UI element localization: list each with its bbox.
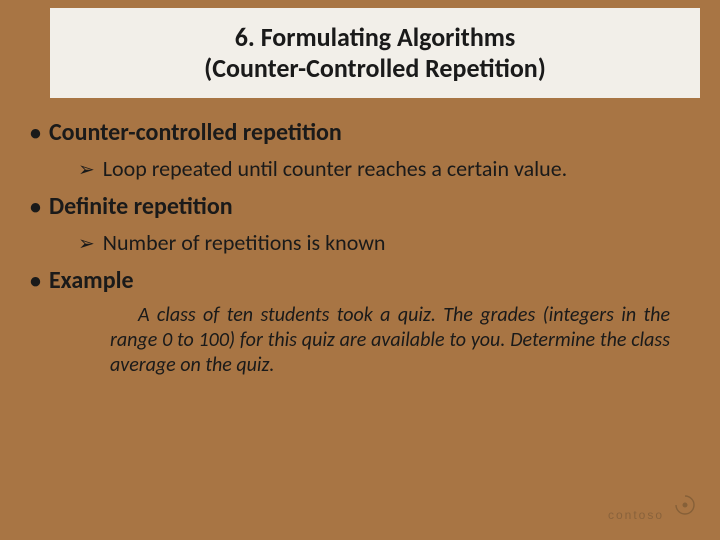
slide-title-line2: (Counter-Controlled Repetition) xyxy=(204,53,546,84)
logo-text: contoso xyxy=(608,508,664,522)
example-paragraph: A class of ten students took a quiz. The… xyxy=(110,303,670,378)
bullet-dot-icon: • xyxy=(30,196,41,218)
bullet-label: Definite repetition xyxy=(49,192,233,221)
sub-bullet-text: Number of repetitions is known xyxy=(103,229,386,256)
bullet-label: Example xyxy=(49,266,134,295)
bullet-item: • Definite repetition xyxy=(30,192,700,221)
bullet-dot-icon: • xyxy=(30,122,41,144)
slide-content: • Counter-controlled repetition ➢ Loop r… xyxy=(30,108,700,378)
sub-bullet-text: Loop repeated until counter reaches a ce… xyxy=(103,155,567,182)
bullet-dot-icon: • xyxy=(30,270,41,292)
slide-title-line1: 6. Formulating Algorithms xyxy=(235,22,516,53)
bullet-item: • Example xyxy=(30,266,700,295)
contoso-logo: contoso xyxy=(608,494,698,522)
left-margin-strip xyxy=(0,8,50,98)
slide-title-block: 6. Formulating Algorithms (Counter-Contr… xyxy=(50,8,700,98)
bullet-label: Counter-controlled repetition xyxy=(49,118,342,147)
sub-bullet-item: ➢ Number of repetitions is known xyxy=(78,229,700,256)
arrow-icon: ➢ xyxy=(78,231,95,256)
bullet-item: • Counter-controlled repetition xyxy=(30,118,700,147)
arrow-icon: ➢ xyxy=(78,157,95,182)
logo-mark-icon xyxy=(674,494,696,516)
sub-bullet-item: ➢ Loop repeated until counter reaches a … xyxy=(78,155,700,182)
